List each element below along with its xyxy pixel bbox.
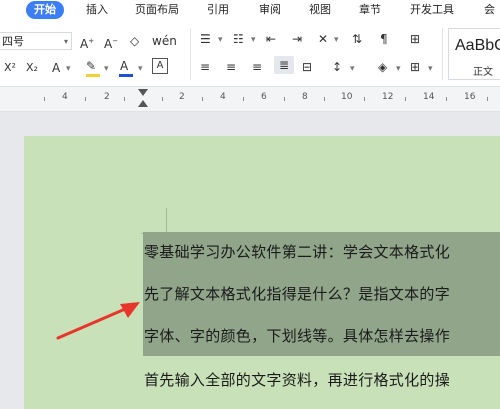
ruler-tick bbox=[243, 97, 244, 101]
numbering-icon[interactable]: ☷ bbox=[233, 30, 244, 48]
tab-home[interactable]: 开始 bbox=[26, 1, 64, 19]
margin-corner-mark bbox=[166, 208, 167, 234]
sort-icon[interactable]: ⇅ bbox=[352, 30, 362, 48]
chevron-down-icon[interactable]: ▾ bbox=[138, 64, 143, 74]
table-grid-icon[interactable]: ⊞ bbox=[410, 30, 420, 48]
increase-indent-icon[interactable]: ⇥ bbox=[292, 30, 302, 48]
char-border-icon[interactable]: A bbox=[152, 58, 168, 74]
chevron-down-icon[interactable]: ▾ bbox=[251, 35, 256, 45]
font-size-value: 四号 bbox=[2, 35, 24, 48]
tab-more[interactable]: 会 bbox=[484, 0, 495, 20]
ruler-tick bbox=[44, 97, 45, 101]
borders-icon[interactable]: ⊞ bbox=[410, 58, 420, 76]
indent-marker-icon[interactable] bbox=[138, 100, 148, 107]
font-color-icon[interactable]: A bbox=[119, 57, 133, 77]
align-left-icon[interactable]: ≡ bbox=[200, 58, 210, 76]
decrease-indent-icon[interactable]: ⇤ bbox=[266, 30, 276, 48]
paragraph-line[interactable]: 首先输入全部的文字资料，再进行格式化的操 bbox=[144, 369, 450, 390]
chevron-down-icon[interactable]: ▾ bbox=[104, 64, 109, 74]
ruler-label: 10 bbox=[341, 92, 353, 102]
ruler-label: 16 bbox=[464, 92, 476, 102]
show-marks-icon[interactable]: ¶ bbox=[380, 30, 388, 48]
ruler-tick bbox=[85, 97, 86, 101]
horizontal-ruler[interactable]: 4 2 2 4 6 8 10 12 14 16 bbox=[0, 87, 500, 112]
ruler-label: 12 bbox=[382, 92, 394, 102]
ruler-label: 14 bbox=[423, 92, 435, 102]
red-arrow-annotation bbox=[56, 302, 140, 340]
chevron-down-icon[interactable]: ▾ bbox=[218, 35, 223, 45]
ruler-label: 8 bbox=[302, 92, 308, 102]
paragraph-line[interactable]: 零基础学习办公软件第二讲：学会文本格式化 bbox=[144, 241, 450, 262]
style-preview: AaBbC bbox=[455, 37, 500, 54]
indent-marker-icon[interactable] bbox=[138, 89, 148, 96]
ruler-tick bbox=[284, 97, 285, 101]
align-right-icon[interactable]: ≡ bbox=[252, 58, 262, 76]
tab-references[interactable]: 引用 bbox=[207, 0, 229, 20]
ribbon-tabs: 开始 插入 页面布局 引用 审阅 视图 章节 开发工具 会 bbox=[0, 0, 500, 22]
tab-section[interactable]: 章节 bbox=[359, 0, 381, 20]
ruler-label: 4 bbox=[62, 92, 68, 102]
ruler-label: 6 bbox=[261, 92, 267, 102]
ruler-tick bbox=[364, 97, 365, 101]
chevron-down-icon[interactable]: ▾ bbox=[428, 64, 433, 74]
tab-view[interactable]: 视图 bbox=[309, 0, 331, 20]
distributed-icon[interactable]: ⊟ bbox=[302, 58, 312, 76]
ribbon-separator bbox=[190, 28, 191, 80]
clear-format-icon[interactable]: ◇ bbox=[130, 32, 139, 50]
ruler-tick bbox=[202, 97, 203, 101]
paragraph-line[interactable]: 字体、字的颜色，下划线等。具体怎样去操作 bbox=[144, 325, 450, 346]
chinese-layout-icon[interactable]: ✕ bbox=[318, 30, 328, 48]
align-center-icon[interactable]: ≡ bbox=[226, 58, 236, 76]
ruler-tick bbox=[124, 97, 125, 101]
grow-font-icon[interactable]: A+ bbox=[80, 32, 94, 51]
bullets-icon[interactable]: ☰ bbox=[200, 30, 211, 48]
justify-icon[interactable]: ≣ bbox=[274, 56, 294, 74]
paragraph-line[interactable]: 先了解文本格式化指得是什么？是指文本的字 bbox=[144, 283, 450, 304]
style-name: 正文 bbox=[473, 67, 493, 78]
shrink-font-icon[interactable]: A− bbox=[104, 32, 118, 51]
line-spacing-icon[interactable]: ↕ bbox=[332, 58, 342, 76]
ruler-tick bbox=[324, 97, 325, 101]
ruler-tick bbox=[487, 97, 488, 101]
ruler-tick bbox=[162, 97, 163, 101]
ruler-tick bbox=[446, 97, 447, 101]
ribbon-home: 四号 ▾ A+ A− ◇ wén X² X₂ A ▾ ✎ ▾ A ▾ A ☰ ▾ … bbox=[0, 22, 500, 87]
document-canvas[interactable]: 零基础学习办公软件第二讲：学会文本格式化 先了解文本格式化指得是什么？是指文本的… bbox=[0, 112, 500, 409]
chevron-down-icon: ▾ bbox=[63, 37, 68, 46]
superscript-icon[interactable]: X² bbox=[4, 59, 16, 77]
chevron-down-icon[interactable]: ▾ bbox=[396, 64, 401, 74]
tab-insert[interactable]: 插入 bbox=[86, 0, 108, 20]
tab-review[interactable]: 审阅 bbox=[259, 0, 281, 20]
tab-developer[interactable]: 开发工具 bbox=[410, 0, 454, 20]
ruler-tick bbox=[405, 97, 406, 101]
chevron-down-icon[interactable]: ▾ bbox=[66, 64, 71, 74]
font-size-select[interactable]: 四号 ▾ bbox=[0, 32, 72, 50]
ruler-label: 4 bbox=[220, 92, 226, 102]
text-effect-icon[interactable]: A bbox=[52, 59, 60, 77]
style-normal[interactable]: AaBbC 正文 bbox=[448, 28, 500, 80]
tab-page-layout[interactable]: 页面布局 bbox=[135, 0, 179, 20]
ruler-label: 2 bbox=[179, 92, 185, 102]
chevron-down-icon[interactable]: ▾ bbox=[334, 35, 339, 45]
highlight-icon[interactable]: ✎ bbox=[86, 57, 100, 77]
ruler-label: 2 bbox=[104, 92, 110, 102]
shading-icon[interactable]: ◈ bbox=[378, 58, 387, 76]
ribbon-separator bbox=[442, 28, 443, 80]
chevron-down-icon[interactable]: ▾ bbox=[350, 64, 355, 74]
change-case-icon[interactable]: wén bbox=[152, 32, 177, 50]
subscript-icon[interactable]: X₂ bbox=[26, 59, 38, 77]
